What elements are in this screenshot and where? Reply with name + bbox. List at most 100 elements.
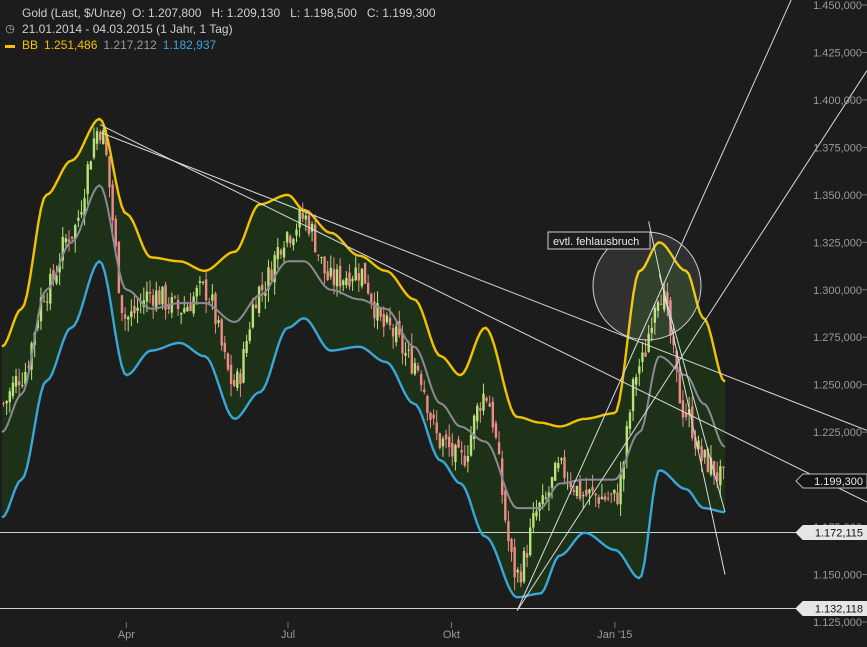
candle-body bbox=[12, 383, 14, 396]
candle-body bbox=[224, 343, 226, 352]
candle-body bbox=[351, 279, 353, 281]
candle-body bbox=[358, 273, 360, 280]
candle-body bbox=[298, 210, 300, 228]
price-tag-label: 1.199,300 bbox=[814, 476, 863, 488]
candle-body bbox=[71, 237, 73, 239]
y-tick-label: 1.450,000 bbox=[813, 0, 862, 12]
candle-body bbox=[504, 490, 506, 520]
x-tick-label: Jul bbox=[281, 629, 295, 641]
y-tick-label: 1.375,000 bbox=[813, 142, 862, 154]
x-tick-label: Okt bbox=[443, 629, 460, 641]
candle-body bbox=[127, 317, 129, 319]
candle-body bbox=[155, 291, 157, 310]
candle-body bbox=[454, 445, 456, 462]
candle-body bbox=[367, 283, 369, 294]
candle-body bbox=[439, 433, 441, 448]
candle-body bbox=[460, 450, 462, 452]
candle-body bbox=[211, 294, 213, 300]
candle-body bbox=[96, 131, 98, 144]
candle-body bbox=[641, 352, 643, 361]
candle-body bbox=[644, 352, 646, 356]
candle-body bbox=[233, 380, 235, 386]
legend-range-row: ◷ 21.01.2014 - 04.03.2015 (1 Jahr, 1 Tag… bbox=[4, 21, 436, 37]
candle-body bbox=[189, 304, 191, 311]
candle-body bbox=[414, 363, 416, 374]
candle-body bbox=[277, 247, 279, 259]
candle-body bbox=[5, 401, 7, 403]
candle-body bbox=[448, 437, 450, 448]
candle-body bbox=[221, 319, 223, 345]
candlestick-icon: ᪟ bbox=[4, 5, 16, 21]
candle-body bbox=[619, 474, 621, 504]
candle-body bbox=[507, 521, 509, 541]
candle-body bbox=[576, 486, 578, 496]
candle-body bbox=[582, 495, 584, 496]
price-tag: 1.172,115 bbox=[796, 526, 867, 540]
candle-body bbox=[420, 374, 422, 385]
candle-body bbox=[551, 477, 553, 488]
candle-body bbox=[579, 481, 581, 499]
candle-body bbox=[392, 328, 394, 336]
candle-body bbox=[541, 495, 543, 504]
candle-body bbox=[136, 308, 138, 311]
candle-body bbox=[529, 528, 531, 555]
candle-body bbox=[326, 271, 328, 280]
candle-body bbox=[513, 547, 515, 577]
price-tag: 1.199,300 bbox=[796, 474, 867, 488]
candle-body bbox=[383, 314, 385, 327]
candle-body bbox=[90, 161, 92, 169]
candle-body bbox=[417, 366, 419, 370]
candle-body bbox=[411, 346, 413, 373]
candle-body bbox=[538, 503, 540, 511]
candle-body bbox=[317, 255, 319, 256]
candle-body bbox=[286, 232, 288, 242]
candle-body bbox=[476, 406, 478, 422]
candle-body bbox=[111, 185, 113, 221]
candle-body bbox=[591, 487, 593, 491]
candle-body bbox=[314, 225, 316, 253]
candle-body bbox=[386, 315, 388, 322]
candle-body bbox=[2, 403, 4, 404]
candle-body bbox=[202, 282, 204, 283]
candle-body bbox=[616, 493, 618, 505]
candle-body bbox=[177, 300, 179, 309]
candle-body bbox=[482, 394, 484, 411]
candle-body bbox=[15, 376, 17, 387]
candle-body bbox=[613, 490, 615, 494]
legend-range: 21.01.2014 - 04.03.2015 (1 Jahr, 1 Tag) bbox=[22, 21, 233, 37]
annotation-box: evtl. fehlausbruch bbox=[548, 232, 650, 249]
candle-body bbox=[492, 402, 494, 428]
candle-body bbox=[588, 489, 590, 493]
candle-body bbox=[308, 215, 310, 233]
candle-body bbox=[407, 350, 409, 351]
candle-body bbox=[174, 296, 176, 297]
candle-body bbox=[230, 365, 232, 384]
candle-body bbox=[146, 291, 148, 301]
price-tag-label: 1.172,115 bbox=[815, 528, 863, 540]
price-tag-label: 1.132,118 bbox=[815, 603, 863, 615]
candle-body bbox=[389, 318, 391, 325]
y-tick-label: 1.125,000 bbox=[813, 617, 862, 629]
bb-swatch-icon bbox=[4, 37, 16, 53]
candle-body bbox=[451, 443, 453, 457]
candle-body bbox=[563, 457, 565, 478]
candle-body bbox=[348, 273, 350, 287]
candle-body bbox=[305, 215, 307, 219]
legend-title: Gold (Last, $/Unze) bbox=[22, 5, 126, 21]
candle-body bbox=[249, 329, 251, 341]
candle-body bbox=[43, 301, 45, 302]
candle-body bbox=[115, 219, 117, 246]
candle-body bbox=[133, 306, 135, 313]
candle-body bbox=[180, 313, 182, 314]
candle-body bbox=[161, 287, 163, 305]
legend-bb-mid: 1.217,212 bbox=[103, 37, 156, 53]
candle-body bbox=[554, 463, 556, 481]
candle-body bbox=[604, 496, 606, 500]
y-tick-label: 1.325,000 bbox=[813, 237, 862, 249]
candle-body bbox=[610, 494, 612, 495]
candle-body bbox=[261, 285, 263, 290]
candle-body bbox=[432, 415, 434, 419]
candle-body bbox=[635, 377, 637, 384]
candle-body bbox=[345, 278, 347, 285]
candle-body bbox=[545, 497, 547, 498]
